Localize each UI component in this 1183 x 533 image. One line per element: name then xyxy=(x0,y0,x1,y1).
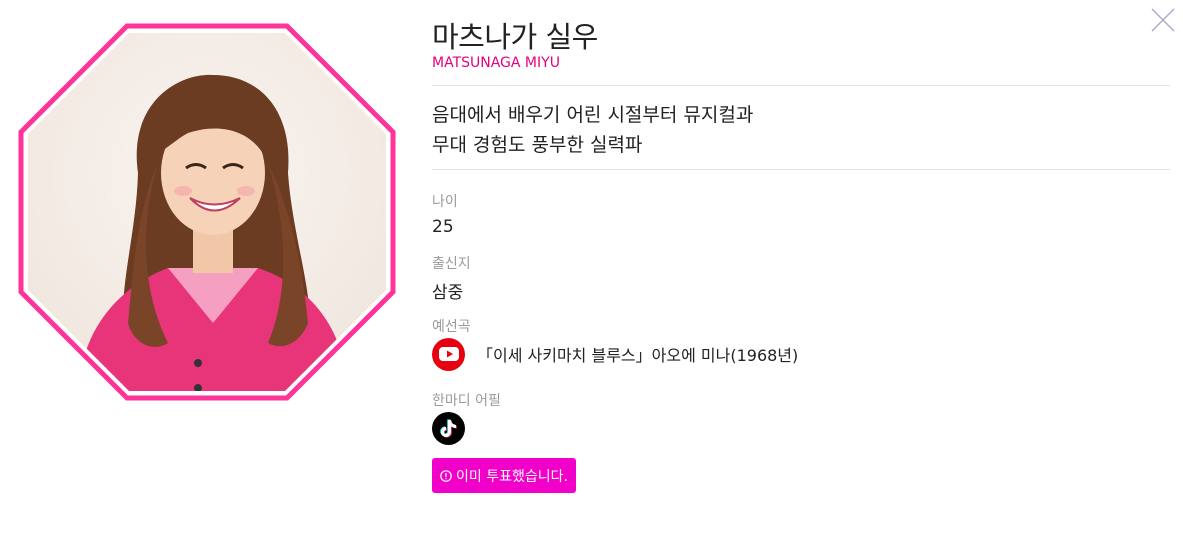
close-button[interactable] xyxy=(1150,7,1176,33)
close-icon xyxy=(1151,8,1175,32)
song-row: 「이세 사키마치 블루스」아오에 미나(1968년) xyxy=(432,337,798,371)
age-label: 나이 xyxy=(432,194,458,210)
song-title: 「이세 사키마치 블루스」아오에 미나(1968년) xyxy=(477,346,799,365)
octagon-frame xyxy=(18,23,396,401)
already-voted-button[interactable]: 이미 투표했습니다. xyxy=(432,458,576,493)
already-voted-label: 이미 투표했습니다. xyxy=(456,468,568,485)
hometown-value: 삼중 xyxy=(432,283,464,303)
age-value: 25 xyxy=(432,217,454,237)
contestant-photo xyxy=(18,23,396,401)
hometown-label: 출신지 xyxy=(432,256,471,272)
info-icon xyxy=(440,469,452,482)
catchphrase-line: 음대에서 배우기 어린 시절부터 뮤지컬과 xyxy=(432,104,754,126)
tiktok-icon[interactable] xyxy=(432,412,465,445)
contestant-name: 마츠나가 실우 xyxy=(432,20,598,54)
song-label: 예선곡 xyxy=(432,319,471,335)
catchphrase-line: 무대 경험도 풍부한 실력파 xyxy=(432,134,643,156)
catchphrase: 음대에서 배우기 어린 시절부터 뮤지컬과 무대 경험도 풍부한 실력파 xyxy=(432,100,753,160)
appeal-label: 한마디 어필 xyxy=(432,393,501,409)
contestant-romaji: MATSUNAGA MIYU xyxy=(432,55,560,71)
divider xyxy=(432,85,1170,86)
youtube-icon[interactable] xyxy=(432,337,465,371)
divider xyxy=(432,169,1170,170)
